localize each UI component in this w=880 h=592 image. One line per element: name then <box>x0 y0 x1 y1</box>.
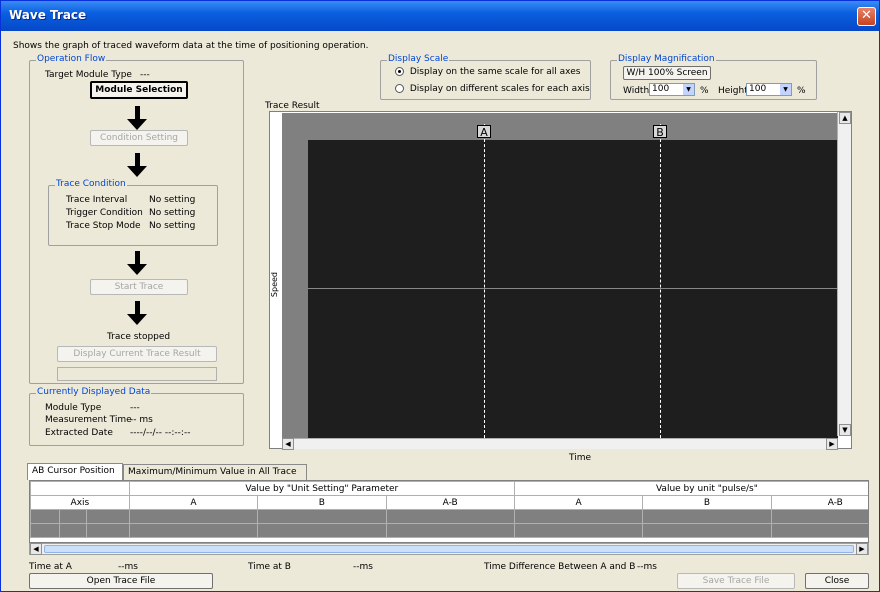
save-trace-file-button[interactable]: Save Trace File <box>677 573 795 589</box>
plot-area: A B <box>282 113 838 438</box>
time-difference-label: Time Difference Between A and B <box>484 562 636 572</box>
height-unit: % <box>797 86 806 96</box>
trace-interval-value: No setting <box>149 195 196 205</box>
wave-trace-window: Wave Trace ✕ Shows the graph of traced w… <box>0 0 880 592</box>
x-axis-label: Time <box>569 453 592 463</box>
grid-horizontal-scrollbar[interactable]: ◀ ▶ <box>29 543 869 555</box>
trace-stop-mode-label: Trace Stop Mode <box>66 221 141 231</box>
cursor-a-label[interactable]: A <box>477 125 491 139</box>
grid-col-axis: Axis <box>30 495 130 510</box>
scroll-right-icon[interactable]: ▶ <box>826 438 838 450</box>
table-row[interactable] <box>30 509 868 524</box>
width-unit: % <box>700 86 709 96</box>
width-select[interactable]: 100 ▼ <box>649 83 695 96</box>
scale-same-label: Display on the same scale for all axes <box>409 67 581 77</box>
wh-100-screen-button[interactable]: W/H 100% Screen <box>623 66 711 80</box>
time-at-b-value: --ms <box>353 562 373 572</box>
height-select[interactable]: 100 ▼ <box>746 83 792 96</box>
grid-scroll-thumb[interactable] <box>44 545 854 553</box>
tab-max-min-value[interactable]: Maximum/Minimum Value in All Trace Data <box>123 464 307 492</box>
trace-condition-legend: Trace Condition <box>55 179 127 189</box>
extracted-date-value: ----/--/-- --:--:-- <box>130 428 191 438</box>
time-difference-value: --ms <box>637 562 657 572</box>
grid-col-b: B <box>257 495 387 510</box>
measurement-time-label: Measurement Time <box>45 415 132 425</box>
close-icon: ✕ <box>861 8 872 23</box>
trace-stop-mode-value: No setting <box>149 221 196 231</box>
operation-flow-legend: Operation Flow <box>36 54 107 64</box>
trigger-condition-value: No setting <box>149 208 196 218</box>
chevron-down-icon: ▼ <box>780 84 791 95</box>
grid-col-a-b: A-B <box>385 495 515 510</box>
scale-different-radio[interactable]: Display on different scales for each axi… <box>395 84 590 94</box>
cursor-b-line[interactable] <box>660 124 661 438</box>
currently-displayed-legend: Currently Displayed Data <box>36 387 152 397</box>
trace-progress-box <box>57 367 217 381</box>
close-button[interactable]: Close <box>805 573 869 589</box>
plot-horizontal-scrollbar[interactable]: ◀ ▶ <box>282 438 838 450</box>
window-title: Wave Trace <box>9 8 87 22</box>
scale-different-label: Display on different scales for each axi… <box>409 84 590 94</box>
grid-col-b: B <box>642 495 772 510</box>
trace-result-label: Trace Result <box>265 101 320 111</box>
module-type-label: Module Type <box>45 403 102 413</box>
time-at-b-label: Time at B <box>248 562 291 572</box>
trigger-condition-label: Trigger Condition <box>66 208 143 218</box>
grid-col-a: A <box>128 495 259 510</box>
condition-setting-button[interactable]: Condition Setting <box>90 130 188 146</box>
height-label: Height <box>718 86 748 96</box>
display-current-trace-button[interactable]: Display Current Trace Result <box>57 346 217 362</box>
module-type-value: --- <box>130 403 140 413</box>
display-scale-group: Display Scale <box>380 54 591 100</box>
width-value: 100 <box>652 84 670 94</box>
table-row[interactable] <box>30 523 868 538</box>
scroll-up-icon[interactable]: ▲ <box>839 112 851 124</box>
scroll-right-icon[interactable]: ▶ <box>856 543 868 555</box>
grid-group-pulse: Value by unit "pulse/s" <box>513 481 868 496</box>
trace-plot: Speed A B ▲ ▼ ◀ ▶ <box>269 111 852 450</box>
plot-canvas <box>308 140 838 438</box>
plot-vertical-scrollbar[interactable]: ▲ ▼ <box>837 112 851 436</box>
width-label: Width <box>623 86 650 96</box>
time-at-a-value: --ms <box>118 562 138 572</box>
grid-header-blank <box>30 481 130 496</box>
grid-group-unit-setting: Value by "Unit Setting" Parameter <box>128 481 515 496</box>
zero-line <box>308 288 838 289</box>
open-trace-file-button[interactable]: Open Trace File <box>29 573 213 589</box>
cursor-a-line[interactable] <box>484 124 485 438</box>
scale-same-radio[interactable]: Display on the same scale for all axes <box>395 67 580 77</box>
scroll-left-icon[interactable]: ◀ <box>30 543 42 555</box>
scroll-down-icon[interactable]: ▼ <box>839 424 851 436</box>
display-magnification-legend: Display Magnification <box>617 54 716 64</box>
time-at-a-label: Time at A <box>29 562 72 572</box>
close-window-button[interactable]: ✕ <box>857 7 876 26</box>
y-axis-label: Speed <box>270 272 279 298</box>
scroll-left-icon[interactable]: ◀ <box>282 438 294 450</box>
cursor-value-grid: Value by "Unit Setting" Parameter Value … <box>29 480 869 543</box>
trace-interval-label: Trace Interval <box>66 195 128 205</box>
tab-ab-cursor-position[interactable]: AB Cursor Position <box>27 463 123 480</box>
grid-col-a: A <box>513 495 644 510</box>
trace-status-text: Trace stopped <box>107 332 171 342</box>
grid-col-a-b: A-B <box>770 495 868 510</box>
chevron-down-icon: ▼ <box>683 84 694 95</box>
display-scale-legend: Display Scale <box>387 54 450 64</box>
title-bar: Wave Trace ✕ <box>1 1 879 31</box>
cursor-b-label[interactable]: B <box>653 125 667 139</box>
measurement-time-value: -- ms <box>130 415 153 425</box>
start-trace-button[interactable]: Start Trace <box>90 279 188 295</box>
target-module-value: --- <box>140 70 150 80</box>
module-selection-button[interactable]: Module Selection <box>90 81 188 99</box>
target-module-label: Target Module Type <box>45 70 132 80</box>
height-value: 100 <box>749 84 767 94</box>
extracted-date-label: Extracted Date <box>45 428 113 438</box>
description-text: Shows the graph of traced waveform data … <box>13 41 369 51</box>
